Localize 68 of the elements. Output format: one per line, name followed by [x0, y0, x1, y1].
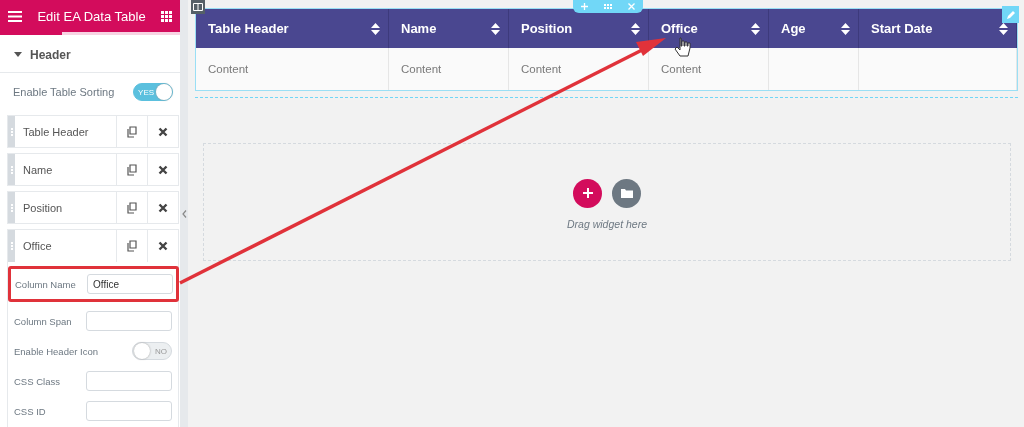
column-header[interactable]: Table Header	[196, 9, 389, 48]
repeater-item[interactable]: Table Header	[7, 115, 180, 148]
text-field[interactable]	[86, 401, 173, 421]
caret-icon	[14, 52, 22, 57]
drag-icon	[604, 4, 612, 9]
drag-handle-icon[interactable]	[8, 230, 15, 262]
field-label: Enable Header Icon	[14, 345, 98, 357]
duplicate-icon[interactable]	[126, 240, 139, 252]
drag-handle-icon[interactable]	[8, 154, 15, 185]
item-title: Name	[22, 162, 54, 178]
table-cell: Content	[401, 63, 442, 75]
header-label: Position	[521, 21, 573, 36]
grid-icon[interactable]	[161, 10, 173, 22]
repeater-item[interactable]: Name	[7, 153, 180, 186]
repeater-item[interactable]: Office	[7, 229, 180, 262]
add-widget-button[interactable]	[573, 178, 602, 208]
item-title: Office	[22, 239, 53, 254]
template-button[interactable]	[612, 178, 641, 208]
header-label: Start Date	[871, 21, 933, 36]
sort-icon[interactable]	[999, 22, 1008, 35]
header-label: Office	[661, 21, 698, 36]
sort-icon[interactable]	[371, 22, 380, 35]
text-field[interactable]	[86, 311, 173, 331]
table-cell: Content	[661, 63, 702, 75]
item-title: Position	[22, 200, 64, 216]
drag-handle-icon[interactable]	[8, 192, 15, 223]
panel-title: Edit EA Data Table	[37, 8, 146, 24]
remove-icon[interactable]	[158, 202, 169, 213]
drag-handle-icon[interactable]	[8, 116, 15, 147]
section-handle[interactable]	[573, 0, 643, 13]
column-header[interactable]: Start Date	[859, 9, 1017, 48]
field-label: Column Span	[14, 315, 72, 327]
duplicate-icon[interactable]	[126, 163, 139, 176]
drop-hint: Drag widget here	[567, 217, 647, 230]
remove-icon[interactable]	[158, 126, 169, 137]
duplicate-icon[interactable]	[126, 125, 139, 138]
text-field[interactable]: Office	[87, 274, 174, 294]
field-label: CSS Class	[14, 375, 60, 387]
text-field[interactable]	[86, 371, 173, 391]
hand-cursor-icon	[674, 37, 691, 57]
close-icon	[628, 3, 635, 10]
column-header[interactable]: Age	[769, 9, 859, 48]
sort-icon[interactable]	[751, 22, 760, 35]
table-cell: Content	[521, 63, 562, 75]
field-label: Column Name	[15, 278, 76, 290]
remove-icon[interactable]	[158, 164, 169, 175]
sort-icon[interactable]	[631, 22, 640, 35]
column-header[interactable]: Office	[649, 9, 769, 48]
column-icon[interactable]	[191, 0, 205, 14]
menu-icon[interactable]	[8, 10, 22, 22]
sort-icon[interactable]	[841, 22, 850, 35]
header-label: Name	[401, 21, 437, 36]
field-label: CSS ID	[14, 405, 46, 417]
repeater-item[interactable]: Position	[7, 191, 180, 224]
plus-icon	[582, 188, 593, 198]
sort-icon[interactable]	[491, 22, 500, 35]
collapse-icon[interactable]	[181, 209, 187, 218]
remove-icon[interactable]	[158, 241, 169, 251]
column-header[interactable]: Position	[509, 9, 649, 48]
column-header[interactable]: Name	[389, 9, 509, 48]
duplicate-icon[interactable]	[126, 201, 139, 214]
header-label: Table Header	[208, 21, 289, 36]
item-title: Table Header	[22, 124, 90, 140]
table-cell: Content	[208, 63, 249, 75]
add-icon	[581, 3, 588, 10]
field-label: Enable Table Sorting	[13, 86, 115, 98]
header-label: Age	[781, 21, 806, 36]
folder-icon	[620, 188, 633, 198]
